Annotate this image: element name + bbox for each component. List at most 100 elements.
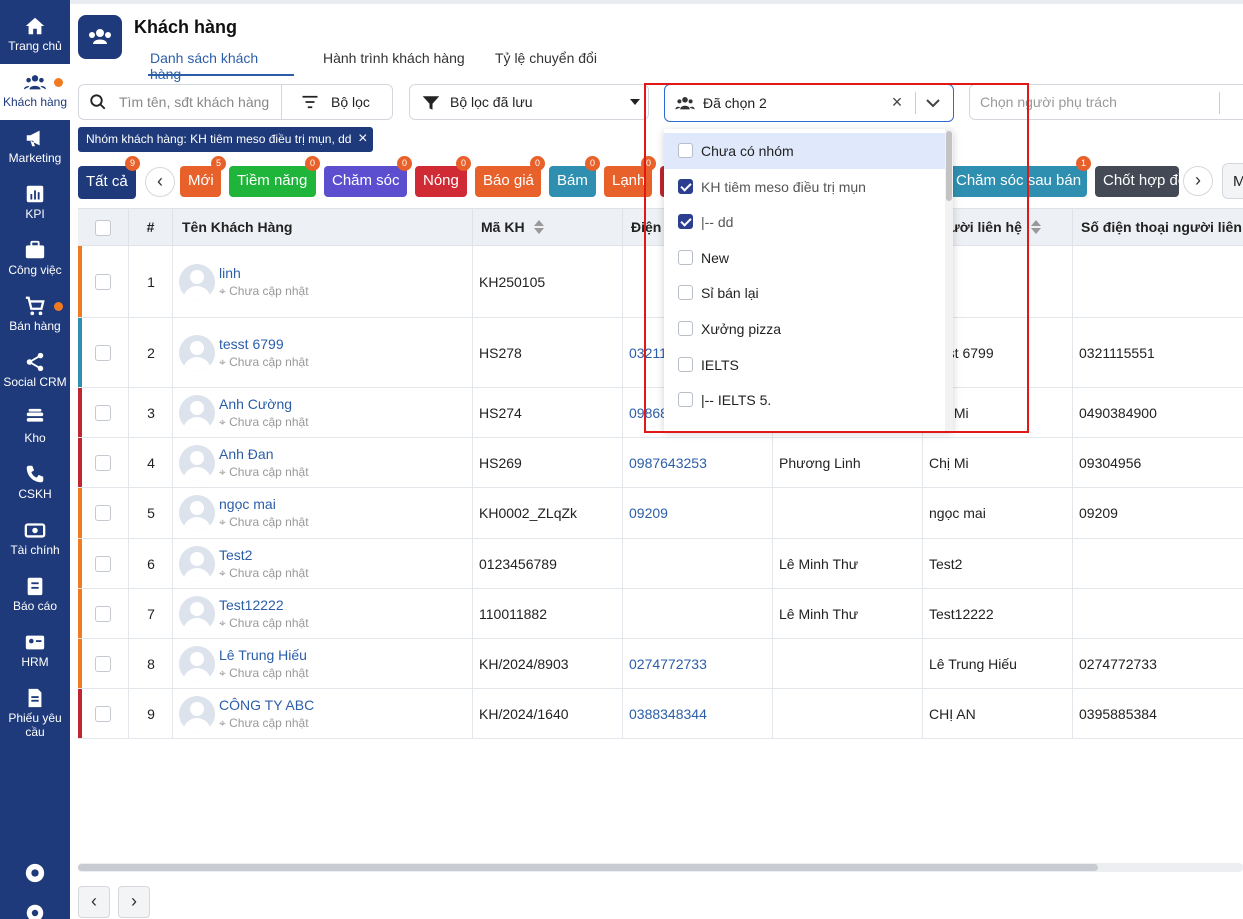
search-input[interactable]: Tìm tên, sđt khách hàng <box>119 94 269 110</box>
option-checkbox[interactable] <box>678 392 693 408</box>
sidebar-item-ban-hang[interactable]: Bán hàng <box>0 288 70 344</box>
status-bam[interactable]: Bám <box>549 166 596 197</box>
status-lanh[interactable]: Lạnh <box>604 166 652 197</box>
support-icon[interactable] <box>24 862 46 884</box>
option-checkbox[interactable] <box>678 285 693 301</box>
customer-name-link[interactable]: Anh Đan <box>219 446 273 462</box>
table-row[interactable]: 5 ngọc mai ⌖ Chưa cập nhật KH0002_ZLqZk … <box>78 488 1243 539</box>
table-row[interactable]: 8 Lê Trung Hiếu ⌖ Chưa cập nhật KH/2024/… <box>78 639 1243 689</box>
row-checkbox[interactable] <box>95 655 111 672</box>
gear-icon[interactable] <box>24 902 46 919</box>
cell-index: 6 <box>128 539 172 588</box>
table-row[interactable]: 6 Test2 ⌖ Chưa cập nhật 0123456789 Lê Mi… <box>78 539 1243 589</box>
location-text: ⌖ Chưa cập nhật <box>219 465 309 480</box>
tab-ty-le-chuyen-doi[interactable]: Tỷ lệ chuyển đổi <box>493 50 599 76</box>
row-checkbox[interactable] <box>95 454 111 471</box>
sidebar-item-social-crm[interactable]: Social CRM <box>0 344 70 400</box>
phone-link[interactable]: 0987643253 <box>629 455 707 471</box>
row-checkbox[interactable] <box>95 404 111 421</box>
row-checkbox[interactable] <box>95 555 111 572</box>
customer-name-link[interactable]: ngọc mai <box>219 496 276 512</box>
tab-danh-sach-khach-hang[interactable]: Danh sách khách hàng <box>148 50 294 82</box>
group-option[interactable]: |-- dd <box>664 204 945 240</box>
customer-name-link[interactable]: Test12222 <box>219 597 284 613</box>
status-tat-ca[interactable]: Tất cả <box>78 166 136 199</box>
cell-name: Test2 ⌖ Chưa cập nhật <box>172 539 472 588</box>
more-button[interactable]: M <box>1222 163 1243 199</box>
option-checkbox[interactable] <box>678 321 693 336</box>
sidebar-item-hrm[interactable]: HRM <box>0 624 70 680</box>
sidebar-item-trang-chu[interactable]: Trang chủ <box>0 8 70 64</box>
group-option[interactable]: New <box>664 240 945 276</box>
row-checkbox[interactable] <box>95 273 111 290</box>
phone-link[interactable]: 0274772733 <box>629 656 707 672</box>
status-chot-hop-dong[interactable]: Chốt hợp đồng <box>1095 166 1179 197</box>
row-checkbox[interactable] <box>95 505 111 521</box>
group-option[interactable]: Sỉ bán lại <box>664 275 945 311</box>
option-checkbox[interactable] <box>678 143 693 158</box>
sidebar-item-marketing[interactable]: Marketing <box>0 120 70 176</box>
status-cham-soc-sau-ban[interactable]: Chăm sóc sau bán <box>948 166 1087 197</box>
sidebar-item-bao-cao[interactable]: Báo cáo <box>0 568 70 624</box>
dropdown-scrollbar[interactable] <box>945 129 953 431</box>
option-checkbox[interactable] <box>678 356 693 372</box>
filter-button[interactable]: Bộ lọc <box>331 94 370 110</box>
status-cham-soc[interactable]: Chăm sóc <box>324 166 407 197</box>
prev-page-button[interactable]: ‹ <box>78 886 110 918</box>
group-option[interactable]: |-- IELTS 5. <box>664 382 945 418</box>
scrollbar-thumb[interactable] <box>946 131 952 201</box>
saved-filter-select[interactable]: Bộ lọc đã lưu <box>409 84 649 120</box>
customer-name-link[interactable]: Test2 <box>219 547 252 563</box>
sidebar-item-kpi[interactable]: KPI <box>0 176 70 232</box>
sidebar-item-phieu-yeu-cau[interactable]: Phiếu yêu cầu <box>0 680 70 740</box>
sidebar-item-cong-viec[interactable]: Công việc <box>0 232 70 288</box>
row-checkbox[interactable] <box>95 344 111 361</box>
next-page-button[interactable]: › <box>118 886 150 918</box>
sidebar-item-tai-chinh[interactable]: Tài chính <box>0 512 70 568</box>
option-checkbox[interactable] <box>678 214 693 230</box>
option-checkbox[interactable] <box>678 178 693 194</box>
header-code[interactable]: Mã KH <box>472 209 622 247</box>
group-option[interactable]: Chưa có nhóm <box>664 133 945 169</box>
status-moi[interactable]: Mới <box>180 166 221 197</box>
sidebar-item-kho[interactable]: Kho <box>0 400 70 456</box>
row-checkbox[interactable] <box>95 705 111 722</box>
status-color-bar <box>78 689 82 738</box>
tab-hanh-trinh-khach-hang[interactable]: Hành trình khách hàng <box>321 50 467 76</box>
avatar <box>179 645 215 682</box>
close-icon[interactable]: × <box>358 130 367 148</box>
chevron-down-icon[interactable] <box>923 95 943 111</box>
scrollbar-thumb[interactable] <box>78 864 1098 871</box>
table-row[interactable]: 4 Anh Đan ⌖ Chưa cập nhật HS269 09876432… <box>78 438 1243 488</box>
table-row[interactable]: 3 Anh Cường ⌖ Chưa cập nhật HS274 098681… <box>78 388 1243 438</box>
owner-select[interactable]: Chọn người phụ trách <box>969 84 1243 120</box>
phone-link[interactable]: 0388348344 <box>629 706 707 722</box>
status-nong[interactable]: Nóng <box>415 166 467 197</box>
clear-icon[interactable]: × <box>889 93 905 111</box>
group-option[interactable]: Xưởng pizza <box>664 311 945 347</box>
select-all-checkbox[interactable] <box>95 220 111 236</box>
customer-name-link[interactable]: tesst 6799 <box>219 336 284 352</box>
table-row[interactable]: 9 CÔNG TY ABC ⌖ Chưa cập nhật KH/2024/16… <box>78 689 1243 739</box>
table-row[interactable]: 2 tesst 6799 ⌖ Chưa cập nhật HS278 03211… <box>78 318 1243 388</box>
sidebar-item-cskh[interactable]: CSKH <box>0 456 70 512</box>
row-checkbox[interactable] <box>95 605 111 622</box>
scroll-left-button[interactable]: ‹ <box>145 167 175 197</box>
group-option[interactable]: IELTS <box>664 347 945 383</box>
option-checkbox[interactable] <box>678 249 693 265</box>
phone-link[interactable]: 09209 <box>629 505 668 521</box>
customer-name-link[interactable]: CÔNG TY ABC <box>219 697 314 713</box>
table-row[interactable]: 7 Test12222 ⌖ Chưa cập nhật 110011882 Lê… <box>78 589 1243 639</box>
customer-name-link[interactable]: linh <box>219 265 241 281</box>
customer-name-link[interactable]: Anh Cường <box>219 396 292 412</box>
status-tiem-nang[interactable]: Tiềm năng <box>229 166 316 197</box>
scroll-right-button[interactable]: › <box>1183 166 1213 196</box>
table-row[interactable]: 1 linh ⌖ Chưa cập nhật KH250105 <box>78 246 1243 318</box>
customer-group-select[interactable]: Đã chọn 2 × <box>664 84 954 122</box>
customer-name-link[interactable]: Lê Trung Hiếu <box>219 647 307 663</box>
sidebar-item-khach-hang[interactable]: Khách hàng <box>0 64 70 120</box>
group-option[interactable]: KH tiêm meso điều trị mụn <box>664 169 945 205</box>
cell-code: KH0002_ZLqZk <box>472 488 622 538</box>
status-bao-gia[interactable]: Báo giá <box>475 166 541 197</box>
horizontal-scrollbar[interactable] <box>78 863 1243 872</box>
